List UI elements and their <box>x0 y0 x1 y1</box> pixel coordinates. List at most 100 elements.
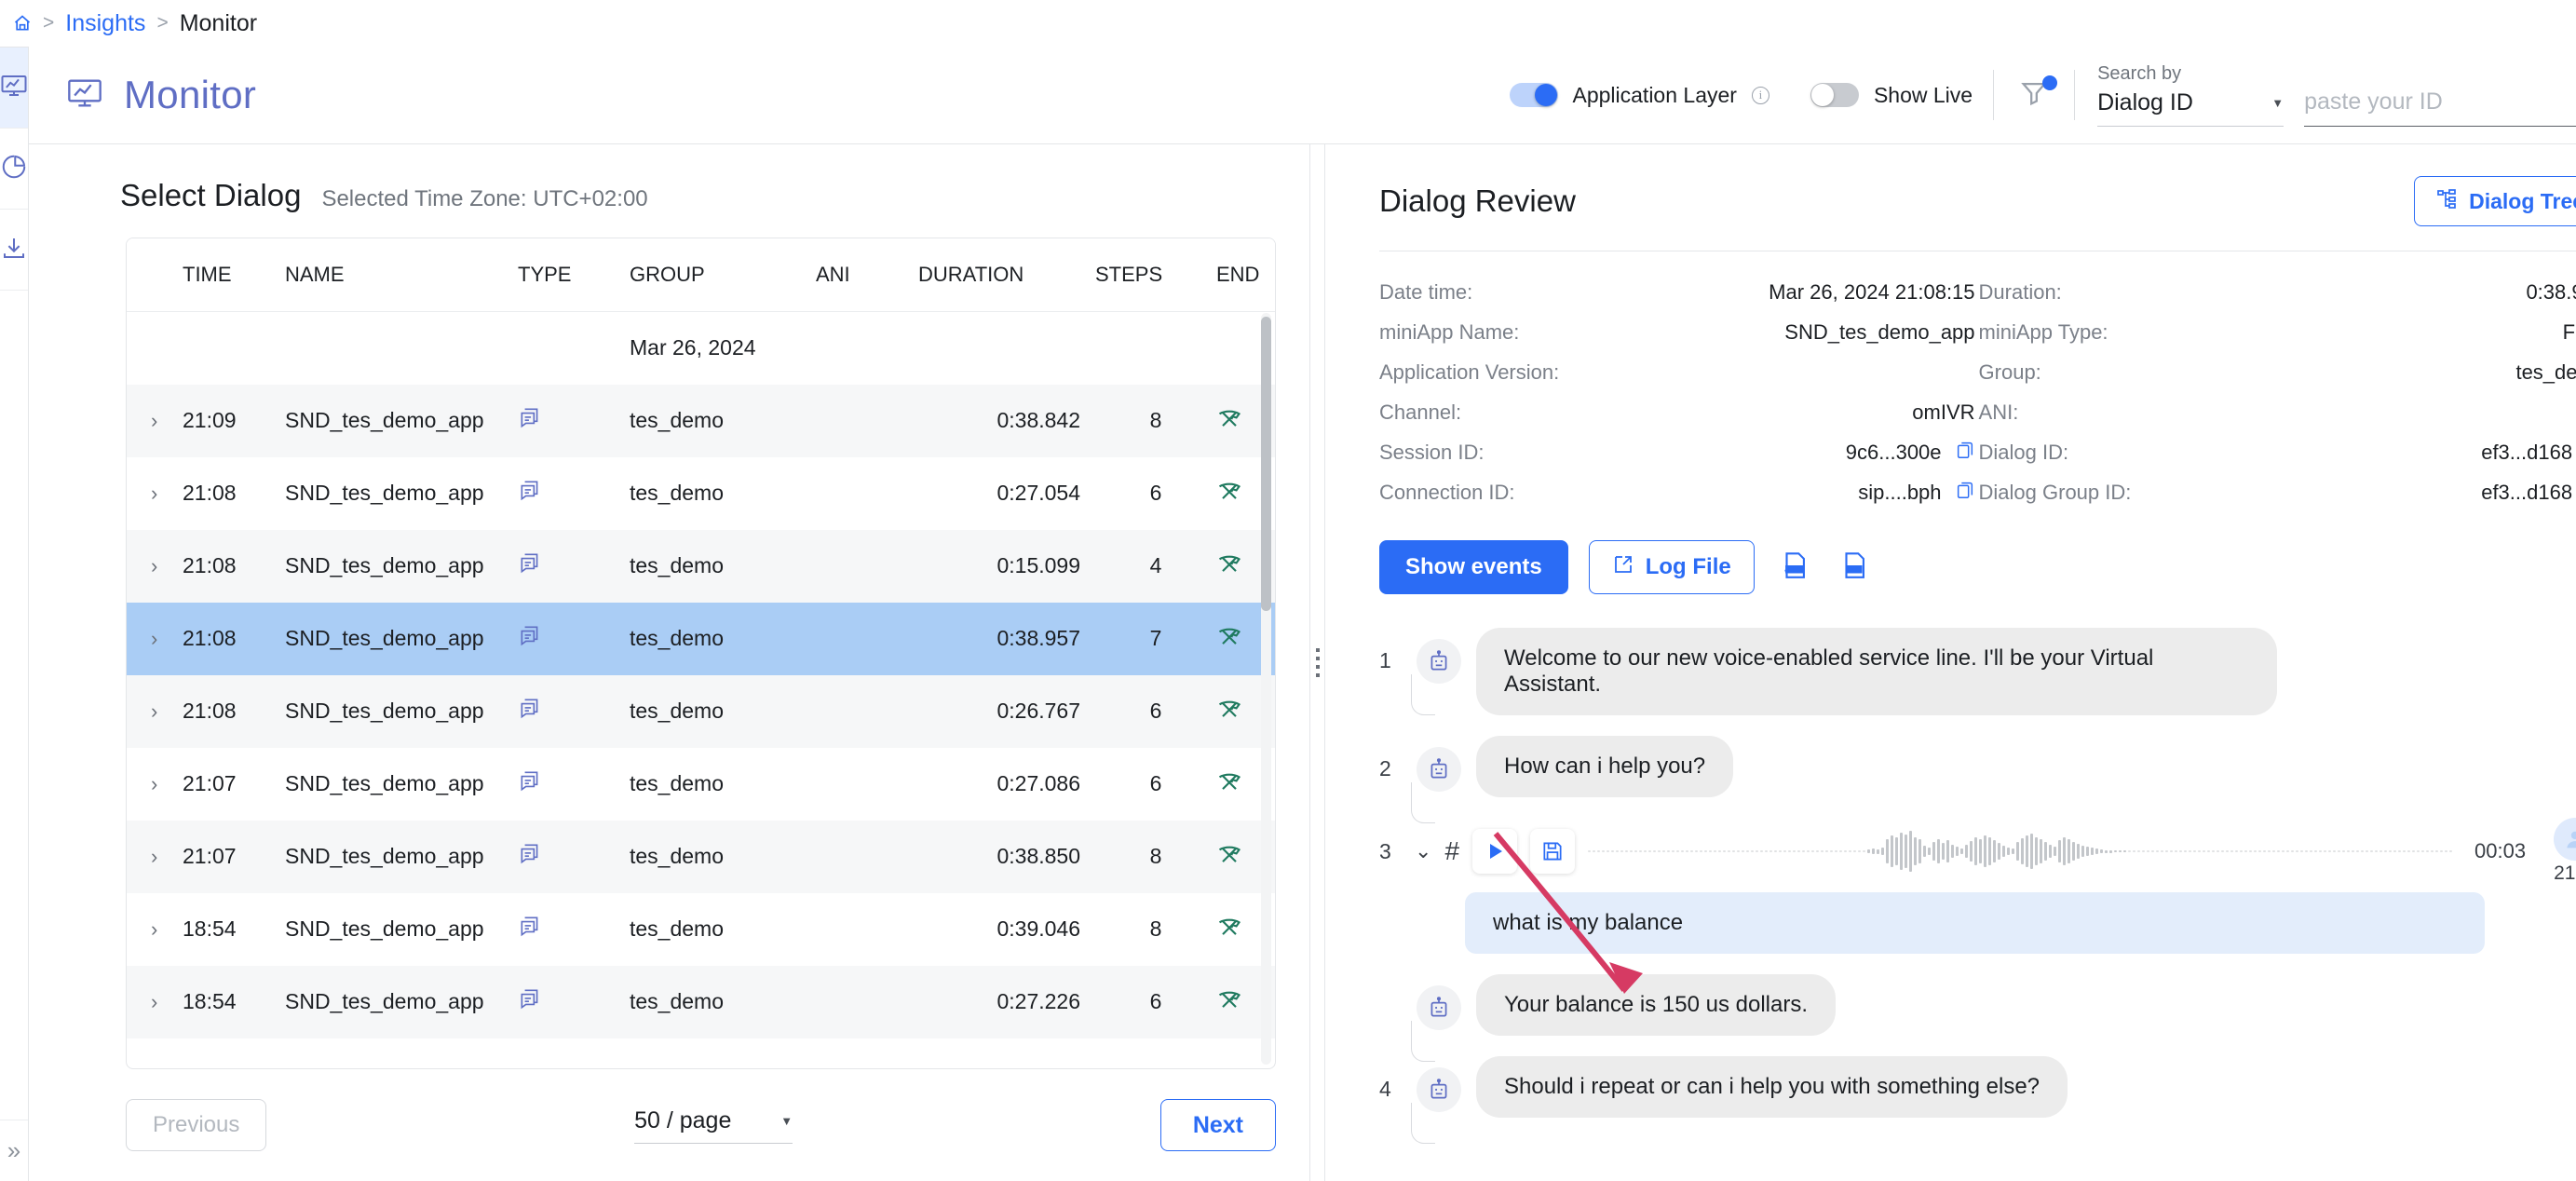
search-input[interactable]: paste your ID <box>2304 88 2576 127</box>
row-group: tes_demo <box>630 989 725 1013</box>
home-icon[interactable] <box>13 14 32 33</box>
dialog-icon[interactable] <box>518 893 630 966</box>
chevron-down-icon[interactable]: ⌄ <box>1415 839 1431 863</box>
info-icon[interactable]: i <box>1751 86 1769 104</box>
breadcrumb-separator-1: > <box>43 12 55 34</box>
dialog-icon[interactable] <box>518 966 630 1038</box>
search-input-placeholder: paste your ID <box>2304 88 2443 115</box>
show-live-switch[interactable] <box>1810 83 1859 107</box>
search-by-select[interactable]: Dialog ID ▼ <box>2097 89 2285 127</box>
table-row[interactable]: › 21:09 SND_tes_demo_app tes_demo 0:38.842 8 <box>127 384 1275 457</box>
show-events-button[interactable]: Show events <box>1379 540 1568 594</box>
detail-value <box>1593 352 1979 392</box>
select-dialog-title: Select Dialog <box>120 178 302 212</box>
panel-splitter[interactable] <box>1310 144 1325 1181</box>
detail-label: Date time: <box>1379 279 1473 304</box>
dialog-review-header: Dialog Review Dialog Tree <box>1353 144 2576 226</box>
row-group: tes_demo <box>630 626 725 650</box>
detail-value <box>2221 392 2576 432</box>
table-header-type[interactable]: TYPE <box>518 238 630 312</box>
table-row[interactable]: › 21:07 SND_tes_demo_app tes_demo 0:27.086 6 <box>127 748 1275 821</box>
user-timestamp: 21:08 <box>2554 862 2576 884</box>
table-row[interactable]: › 21:07 SND_tes_demo_app tes_demo 0:38.850 8 <box>127 820 1275 893</box>
row-expand-chevron-icon[interactable]: › <box>127 603 183 675</box>
table-header-end[interactable]: END <box>1216 238 1275 312</box>
bot-message-text: Welcome to our new voice-enabled service… <box>1476 628 2277 715</box>
dialog-transcript: 1 Welcome to our new voice-enabled servic… <box>1353 594 2576 1181</box>
application-layer-label: Application Layer <box>1572 82 1737 107</box>
table-header-name[interactable]: NAME <box>285 238 518 312</box>
row-duration: 0:26.767 <box>997 699 1080 723</box>
table-row[interactable]: › 21:08 SND_tes_demo_app tes_demo 0:15.099 4 <box>127 529 1275 603</box>
table-row[interactable]: › 21:08 SND_tes_demo_app tes_demo 0:26.767 6 <box>127 674 1275 748</box>
play-icon[interactable] <box>1472 829 1518 874</box>
thread-connector <box>1411 674 1435 715</box>
rtf-file-icon: RTF <box>1838 550 1870 586</box>
bot-message-text: How can i help you? <box>1476 736 1734 797</box>
sidebar-item-reports[interactable] <box>0 129 28 210</box>
table-header-group[interactable]: GROUP <box>630 238 816 312</box>
table-row[interactable]: › 21:08 SND_tes_demo_app tes_demo 0:27.054 6 <box>127 457 1275 530</box>
previous-button[interactable]: Previous <box>126 1099 267 1151</box>
dialog-icon[interactable] <box>518 457 630 530</box>
dialog-icon[interactable] <box>518 530 630 603</box>
switch-knob <box>1534 84 1557 106</box>
table-row[interactable]: › 21:08 SND_tes_demo_app tes_demo 0:38.957 7 <box>127 602 1275 675</box>
table-header-ani[interactable]: ANI <box>816 238 918 312</box>
sidebar-item-downloads[interactable] <box>0 210 28 291</box>
table-scrollbar-thumb[interactable] <box>1261 317 1271 611</box>
row-ani <box>816 385 918 457</box>
row-expand-chevron-icon[interactable]: › <box>127 385 183 457</box>
row-expand-chevron-icon[interactable]: › <box>127 530 183 603</box>
dialog-icon[interactable] <box>518 675 630 748</box>
filter-button[interactable] <box>1994 75 2074 114</box>
row-expand-chevron-icon[interactable]: › <box>127 675 183 748</box>
dialog-icon[interactable] <box>518 385 630 457</box>
log-file-button[interactable]: Log File <box>1588 540 1755 594</box>
table-header-steps[interactable]: STEPS <box>1095 238 1216 312</box>
detail-label: Dialog Group ID: <box>1978 480 2132 504</box>
save-icon[interactable] <box>1530 829 1576 874</box>
row-name: SND_tes_demo_app <box>285 844 484 868</box>
row-time: 21:08 <box>183 553 237 577</box>
audio-waveform[interactable] <box>1588 826 2453 876</box>
transcript-message: 2 How can i help you? <box>1379 736 2576 823</box>
row-expand-chevron-icon[interactable]: › <box>127 748 183 821</box>
detail-value: 9c6...300e <box>1593 432 1979 472</box>
table-header-expand <box>127 238 183 312</box>
breadcrumb-separator-2: > <box>156 12 169 34</box>
download-rtf-button[interactable]: RTF <box>1835 546 1874 590</box>
log-file-label: Log File <box>1645 554 1731 579</box>
dialog-icon[interactable] <box>518 821 630 893</box>
table-header-time[interactable]: TIME <box>183 238 285 312</box>
tree-icon <box>2435 187 2458 215</box>
row-time: 21:07 <box>183 844 237 868</box>
next-button[interactable]: Next <box>1159 1099 1276 1151</box>
breadcrumb-link-insights[interactable]: Insights <box>65 10 145 37</box>
row-expand-chevron-icon[interactable]: › <box>127 457 183 530</box>
table-row[interactable]: › 18:54 SND_tes_demo_app tes_demo 0:27.226 6 <box>127 965 1275 1038</box>
row-expand-chevron-icon[interactable]: › <box>127 893 183 966</box>
sidebar-expand-button[interactable]: » <box>0 1120 28 1181</box>
row-name: SND_tes_demo_app <box>285 989 484 1013</box>
per-page-select[interactable]: 50 / page ▼ <box>634 1107 793 1144</box>
row-expand-chevron-icon[interactable]: › <box>127 821 183 893</box>
row-group: tes_demo <box>630 699 725 723</box>
copy-icon[interactable] <box>1955 440 1975 466</box>
dialog-icon[interactable] <box>518 603 630 675</box>
row-expand-chevron-icon[interactable]: › <box>127 966 183 1038</box>
copy-icon[interactable] <box>1955 480 1975 506</box>
row-group: tes_demo <box>630 844 725 868</box>
detail-value: Flow <box>2562 319 2576 344</box>
table-row[interactable]: › 18:54 SND_tes_demo_app tes_demo 0:39.046 8 <box>127 893 1275 966</box>
dialog-icon[interactable] <box>518 748 630 821</box>
hash-icon[interactable]: # <box>1444 836 1459 866</box>
application-layer-toggle-group: Application Layer i <box>1489 83 1790 108</box>
application-layer-switch[interactable] <box>1509 83 1558 107</box>
row-group: tes_demo <box>630 408 725 432</box>
download-json-button[interactable]: JSON <box>1775 546 1814 590</box>
sidebar-item-monitor[interactable] <box>0 48 28 129</box>
row-time: 18:54 <box>183 989 237 1013</box>
table-header-duration[interactable]: DURATION <box>918 238 1095 312</box>
dialog-tree-button[interactable]: Dialog Tree <box>2414 176 2576 226</box>
